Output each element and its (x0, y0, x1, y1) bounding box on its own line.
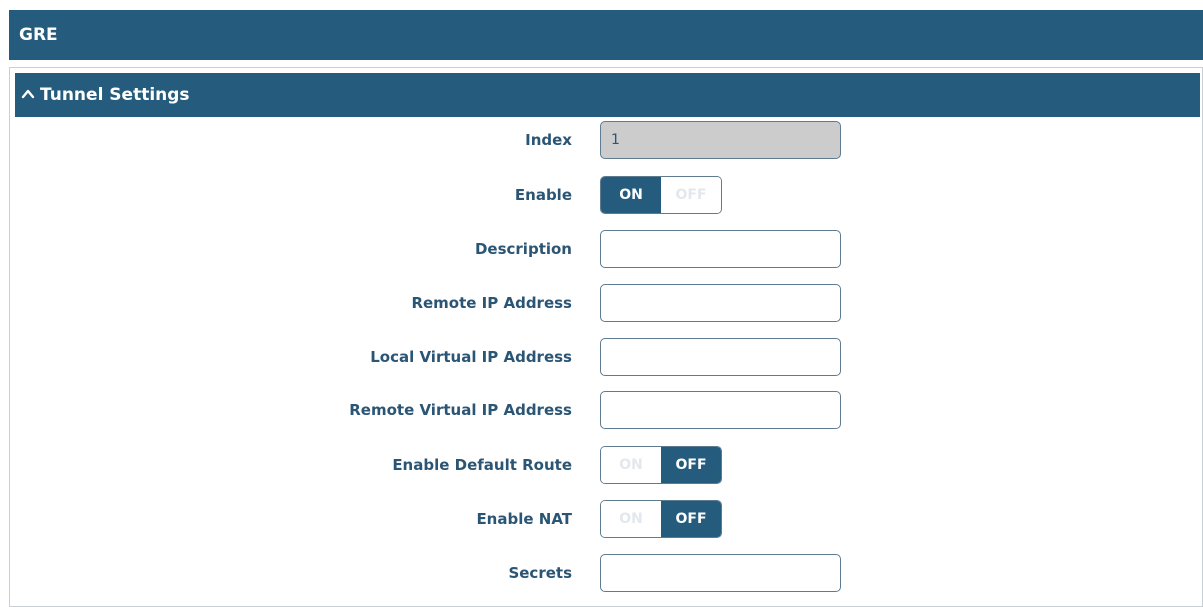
default-route-off-option: OFF (661, 447, 721, 483)
index-row: Index (10, 121, 1203, 159)
nat-row: Enable NAT ON OFF (10, 500, 1203, 538)
page-title-text: GRE (19, 25, 58, 45)
enable-row: Enable ON OFF (10, 176, 1203, 214)
secrets-field[interactable] (600, 554, 841, 592)
enable-label: Enable (514, 186, 572, 204)
enable-on-option: ON (601, 177, 661, 213)
enable-toggle[interactable]: ON OFF (600, 176, 722, 214)
secrets-row: Secrets (10, 554, 1203, 592)
nat-toggle[interactable]: ON OFF (600, 500, 722, 538)
chevron-up-icon (21, 89, 35, 98)
index-label: Index (525, 131, 572, 149)
default-route-row: Enable Default Route ON OFF (10, 446, 1203, 484)
description-label: Description (474, 240, 572, 258)
tunnel-settings-header[interactable]: Tunnel Settings (15, 73, 1200, 117)
remote-ip-label: Remote IP Address (411, 294, 572, 312)
nat-on-option: ON (601, 501, 661, 537)
default-route-on-option: ON (601, 447, 661, 483)
remote-virtual-ip-label: Remote Virtual IP Address (349, 401, 572, 419)
nat-off-option: OFF (661, 501, 721, 537)
description-field[interactable] (600, 230, 841, 268)
enable-off-option: OFF (661, 177, 721, 213)
tunnel-settings-panel: Tunnel Settings Index Enable ON OFF Desc… (9, 67, 1203, 607)
local-virtual-ip-row: Local Virtual IP Address (10, 338, 1203, 376)
section-title: Tunnel Settings (40, 85, 190, 105)
description-row: Description (10, 230, 1203, 268)
index-field[interactable] (600, 121, 841, 159)
remote-virtual-ip-row: Remote Virtual IP Address (10, 391, 1203, 429)
local-virtual-ip-field[interactable] (600, 338, 841, 376)
remote-ip-row: Remote IP Address (10, 284, 1203, 322)
default-route-label: Enable Default Route (392, 456, 572, 474)
remote-virtual-ip-field[interactable] (600, 391, 841, 429)
nat-label: Enable NAT (476, 510, 572, 528)
secrets-label: Secrets (508, 564, 572, 582)
remote-ip-field[interactable] (600, 284, 841, 322)
page-title: GRE (9, 10, 1203, 60)
local-virtual-ip-label: Local Virtual IP Address (370, 348, 572, 366)
default-route-toggle[interactable]: ON OFF (600, 446, 722, 484)
